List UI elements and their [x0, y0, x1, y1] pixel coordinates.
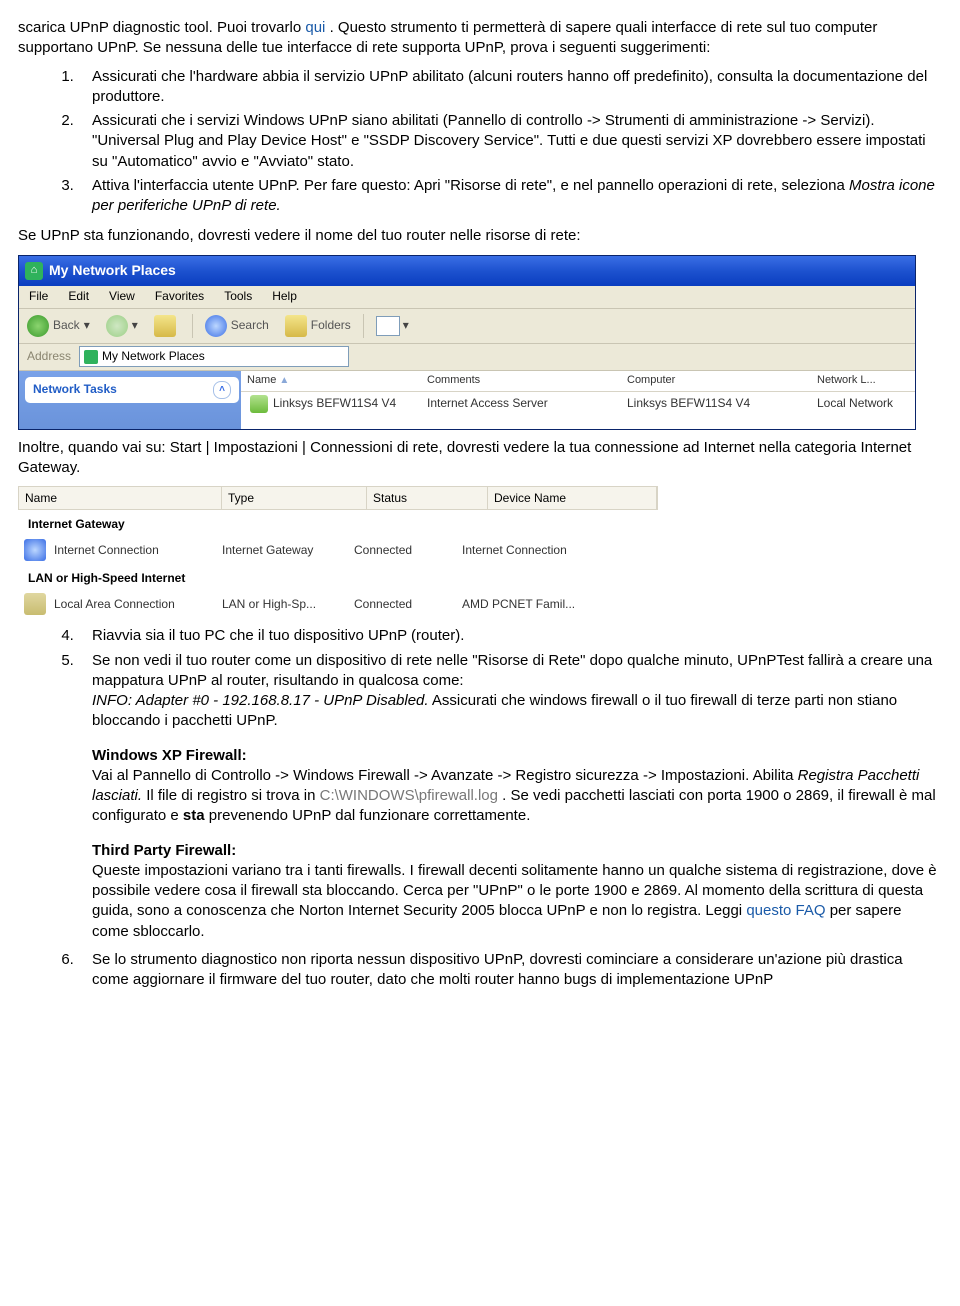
chevron-down-icon: ▾	[84, 317, 90, 333]
nc-col-status[interactable]: Status	[367, 487, 488, 509]
col-name[interactable]: Name▲	[241, 373, 427, 388]
address-field[interactable]: My Network Places	[79, 346, 349, 367]
menu-bar: File Edit View Favorites Tools Help	[19, 286, 915, 309]
toolbar: Back ▾ ▾ Search Folders ▾	[19, 309, 915, 344]
search-label: Search	[231, 317, 269, 333]
nc2-device: AMD PCNET Famil...	[462, 596, 658, 612]
search-icon	[205, 315, 227, 337]
menu-file[interactable]: File	[19, 288, 58, 304]
wxp-path: C:\WINDOWS\pfirewall.log	[320, 787, 498, 804]
row-name: Linksys BEFW11S4 V4	[273, 395, 396, 411]
network-tasks-label: Network Tasks	[33, 381, 117, 397]
up-folder-icon	[154, 315, 176, 337]
link-qui[interactable]: qui	[305, 19, 325, 36]
network-places-icon: ⌂	[25, 262, 43, 280]
step-5: Se non vedi il tuo router come un dispos…	[78, 651, 942, 942]
list-item[interactable]: Local Area Connection LAN or High-Sp... …	[18, 590, 658, 618]
views-icon	[376, 316, 400, 336]
step-5-text: Se non vedi il tuo router come un dispos…	[92, 652, 932, 689]
forward-icon	[106, 315, 128, 337]
step-2: Assicurati che i servizi Windows UPnP si…	[78, 111, 942, 172]
wxp-text4: prevenendo UPnP dal funzionare correttam…	[209, 807, 531, 824]
search-button[interactable]: Search	[197, 315, 277, 337]
col-comments[interactable]: Comments	[427, 373, 627, 388]
link-faq[interactable]: questo FAQ	[746, 902, 825, 919]
steps-list: Assicurati che l'hardware abbia il servi…	[18, 67, 942, 217]
back-icon	[27, 315, 49, 337]
window-content: Network Tasks ˄ Name▲ Comments Computer …	[19, 371, 915, 429]
network-connections-list: Name Type Status Device Name Internet Ga…	[18, 486, 658, 618]
list-item[interactable]: Internet Connection Internet Gateway Con…	[18, 536, 658, 564]
chevron-down-icon: ▾	[403, 317, 409, 333]
window-title: My Network Places	[49, 261, 176, 280]
sidebar: Network Tasks ˄	[19, 371, 241, 429]
separator	[192, 314, 193, 338]
step-3-text: Attiva l'interfaccia utente UPnP. Per fa…	[92, 177, 849, 194]
step-3: Attiva l'interfaccia utente UPnP. Per fa…	[78, 176, 942, 217]
thirdparty-title: Third Party Firewall:	[92, 842, 236, 859]
nc-col-device[interactable]: Device Name	[488, 487, 657, 509]
address-label: Address	[19, 348, 79, 364]
nc1-device: Internet Connection	[462, 542, 658, 558]
sort-asc-icon: ▲	[279, 375, 289, 386]
nc1-name: Internet Connection	[54, 542, 222, 558]
views-button[interactable]: ▾	[368, 316, 417, 336]
row-computer: Linksys BEFW11S4 V4	[627, 395, 817, 411]
up-button[interactable]	[146, 315, 188, 337]
forward-button[interactable]: ▾	[98, 315, 146, 337]
nc2-type: LAN or High-Sp...	[222, 596, 354, 612]
step-1: Assicurati che l'hardware abbia il servi…	[78, 67, 942, 108]
wxp-sta: sta	[183, 807, 205, 824]
after-steps-text: Se UPnP sta funzionando, dovresti vedere…	[18, 226, 942, 246]
folders-icon	[285, 315, 307, 337]
window-titlebar: ⌂ My Network Places	[19, 256, 915, 286]
nc2-status: Connected	[354, 596, 462, 612]
nc2-name: Local Area Connection	[54, 596, 222, 612]
list-view: Name▲ Comments Computer Network L... Lin…	[241, 371, 915, 429]
step-4: Riavvia sia il tuo PC che il tuo disposi…	[78, 626, 942, 646]
address-bar: Address My Network Places	[19, 344, 915, 371]
row-network: Local Network	[817, 395, 915, 411]
address-icon	[84, 350, 98, 364]
back-button[interactable]: Back ▾	[19, 315, 98, 337]
address-value: My Network Places	[102, 348, 205, 364]
globe-icon	[24, 539, 46, 561]
list-item[interactable]: Linksys BEFW11S4 V4 Internet Access Serv…	[241, 392, 915, 416]
lan-icon	[24, 593, 46, 615]
middle-paragraph: Inoltre, quando vai su: Start | Impostaz…	[18, 438, 942, 479]
wxp-text1: Vai al Pannello di Controllo -> Windows …	[92, 767, 798, 784]
menu-edit[interactable]: Edit	[58, 288, 99, 304]
menu-favorites[interactable]: Favorites	[145, 288, 214, 304]
my-network-places-window: ⌂ My Network Places File Edit View Favor…	[18, 255, 916, 430]
nc1-status: Connected	[354, 542, 462, 558]
step-6: Se lo strumento diagnostico non riporta …	[78, 950, 942, 991]
category-lan: LAN or High-Speed Internet	[18, 564, 658, 590]
col-computer[interactable]: Computer	[627, 373, 817, 388]
chevron-down-icon: ▾	[132, 317, 138, 333]
steps-list-2: Riavvia sia il tuo PC che il tuo disposi…	[18, 626, 942, 990]
network-tasks-panel[interactable]: Network Tasks ˄	[25, 377, 239, 403]
folders-button[interactable]: Folders	[277, 315, 359, 337]
category-internet-gateway: Internet Gateway	[18, 510, 658, 536]
nc1-type: Internet Gateway	[222, 542, 354, 558]
device-icon	[250, 395, 268, 413]
nc-col-type[interactable]: Type	[222, 487, 367, 509]
chevron-up-icon: ˄	[213, 381, 231, 399]
step-5-info: INFO: Adapter #0 - 192.168.8.17 - UPnP D…	[92, 692, 429, 709]
wxp-title: Windows XP Firewall:	[92, 747, 247, 764]
folders-label: Folders	[311, 317, 351, 333]
menu-tools[interactable]: Tools	[214, 288, 262, 304]
back-label: Back	[53, 317, 80, 333]
menu-view[interactable]: View	[99, 288, 145, 304]
list-header: Name▲ Comments Computer Network L...	[241, 371, 915, 392]
nc-col-name[interactable]: Name	[19, 487, 222, 509]
nc-header: Name Type Status Device Name	[18, 486, 658, 510]
intro-text-1: scarica UPnP diagnostic tool. Puoi trova…	[18, 19, 305, 36]
intro-paragraph: scarica UPnP diagnostic tool. Puoi trova…	[18, 18, 942, 59]
menu-help[interactable]: Help	[262, 288, 307, 304]
col-network[interactable]: Network L...	[817, 373, 915, 388]
wxp-text2: Il file di registro si trova in	[146, 787, 319, 804]
row-comments: Internet Access Server	[427, 395, 627, 411]
separator	[363, 314, 364, 338]
